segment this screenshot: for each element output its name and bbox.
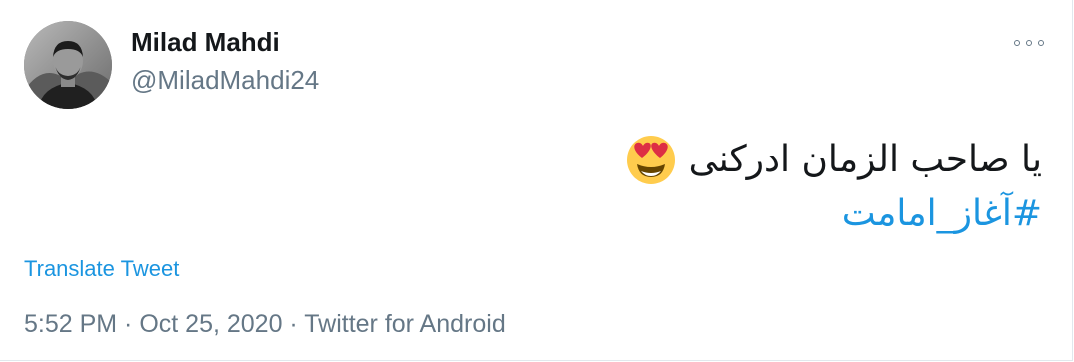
- heart-eyes-emoji-icon: [626, 136, 675, 184]
- profile-photo-icon: [24, 21, 112, 109]
- tweet-text-line: یا صاحب الزمان ادرکنی: [625, 127, 1042, 191]
- tweet-text: یا صاحب الزمان ادرکنی: [688, 138, 1042, 180]
- avatar[interactable]: [24, 21, 112, 109]
- dot: [1014, 40, 1020, 46]
- dot: [1038, 40, 1044, 46]
- tweet-date-link[interactable]: Oct 25, 2020: [139, 310, 282, 338]
- tweet-time-link[interactable]: 5:52 PM: [24, 310, 117, 338]
- ellipsis-icon[interactable]: [1014, 36, 1044, 50]
- separator: ·: [117, 310, 140, 338]
- user-handle[interactable]: @MiladMahdi24: [131, 65, 319, 96]
- tweet-metadata: 5:52 PM · Oct 25, 2020 · Twitter for And…: [24, 310, 506, 339]
- display-name[interactable]: Milad Mahdi: [131, 27, 280, 58]
- tweet-source-link[interactable]: Twitter for Android: [304, 310, 505, 338]
- dot: [1026, 40, 1032, 46]
- tweet-body: یا صاحب الزمان ادرکنی #آغاز_امامت: [625, 127, 1042, 234]
- translate-tweet-link[interactable]: Translate Tweet: [24, 256, 179, 282]
- tweet-card: Milad Mahdi @MiladMahdi24 یا صاحب الزمان…: [0, 0, 1073, 361]
- hashtag-link[interactable]: #آغاز_امامت: [625, 193, 1042, 234]
- separator: ·: [282, 310, 305, 338]
